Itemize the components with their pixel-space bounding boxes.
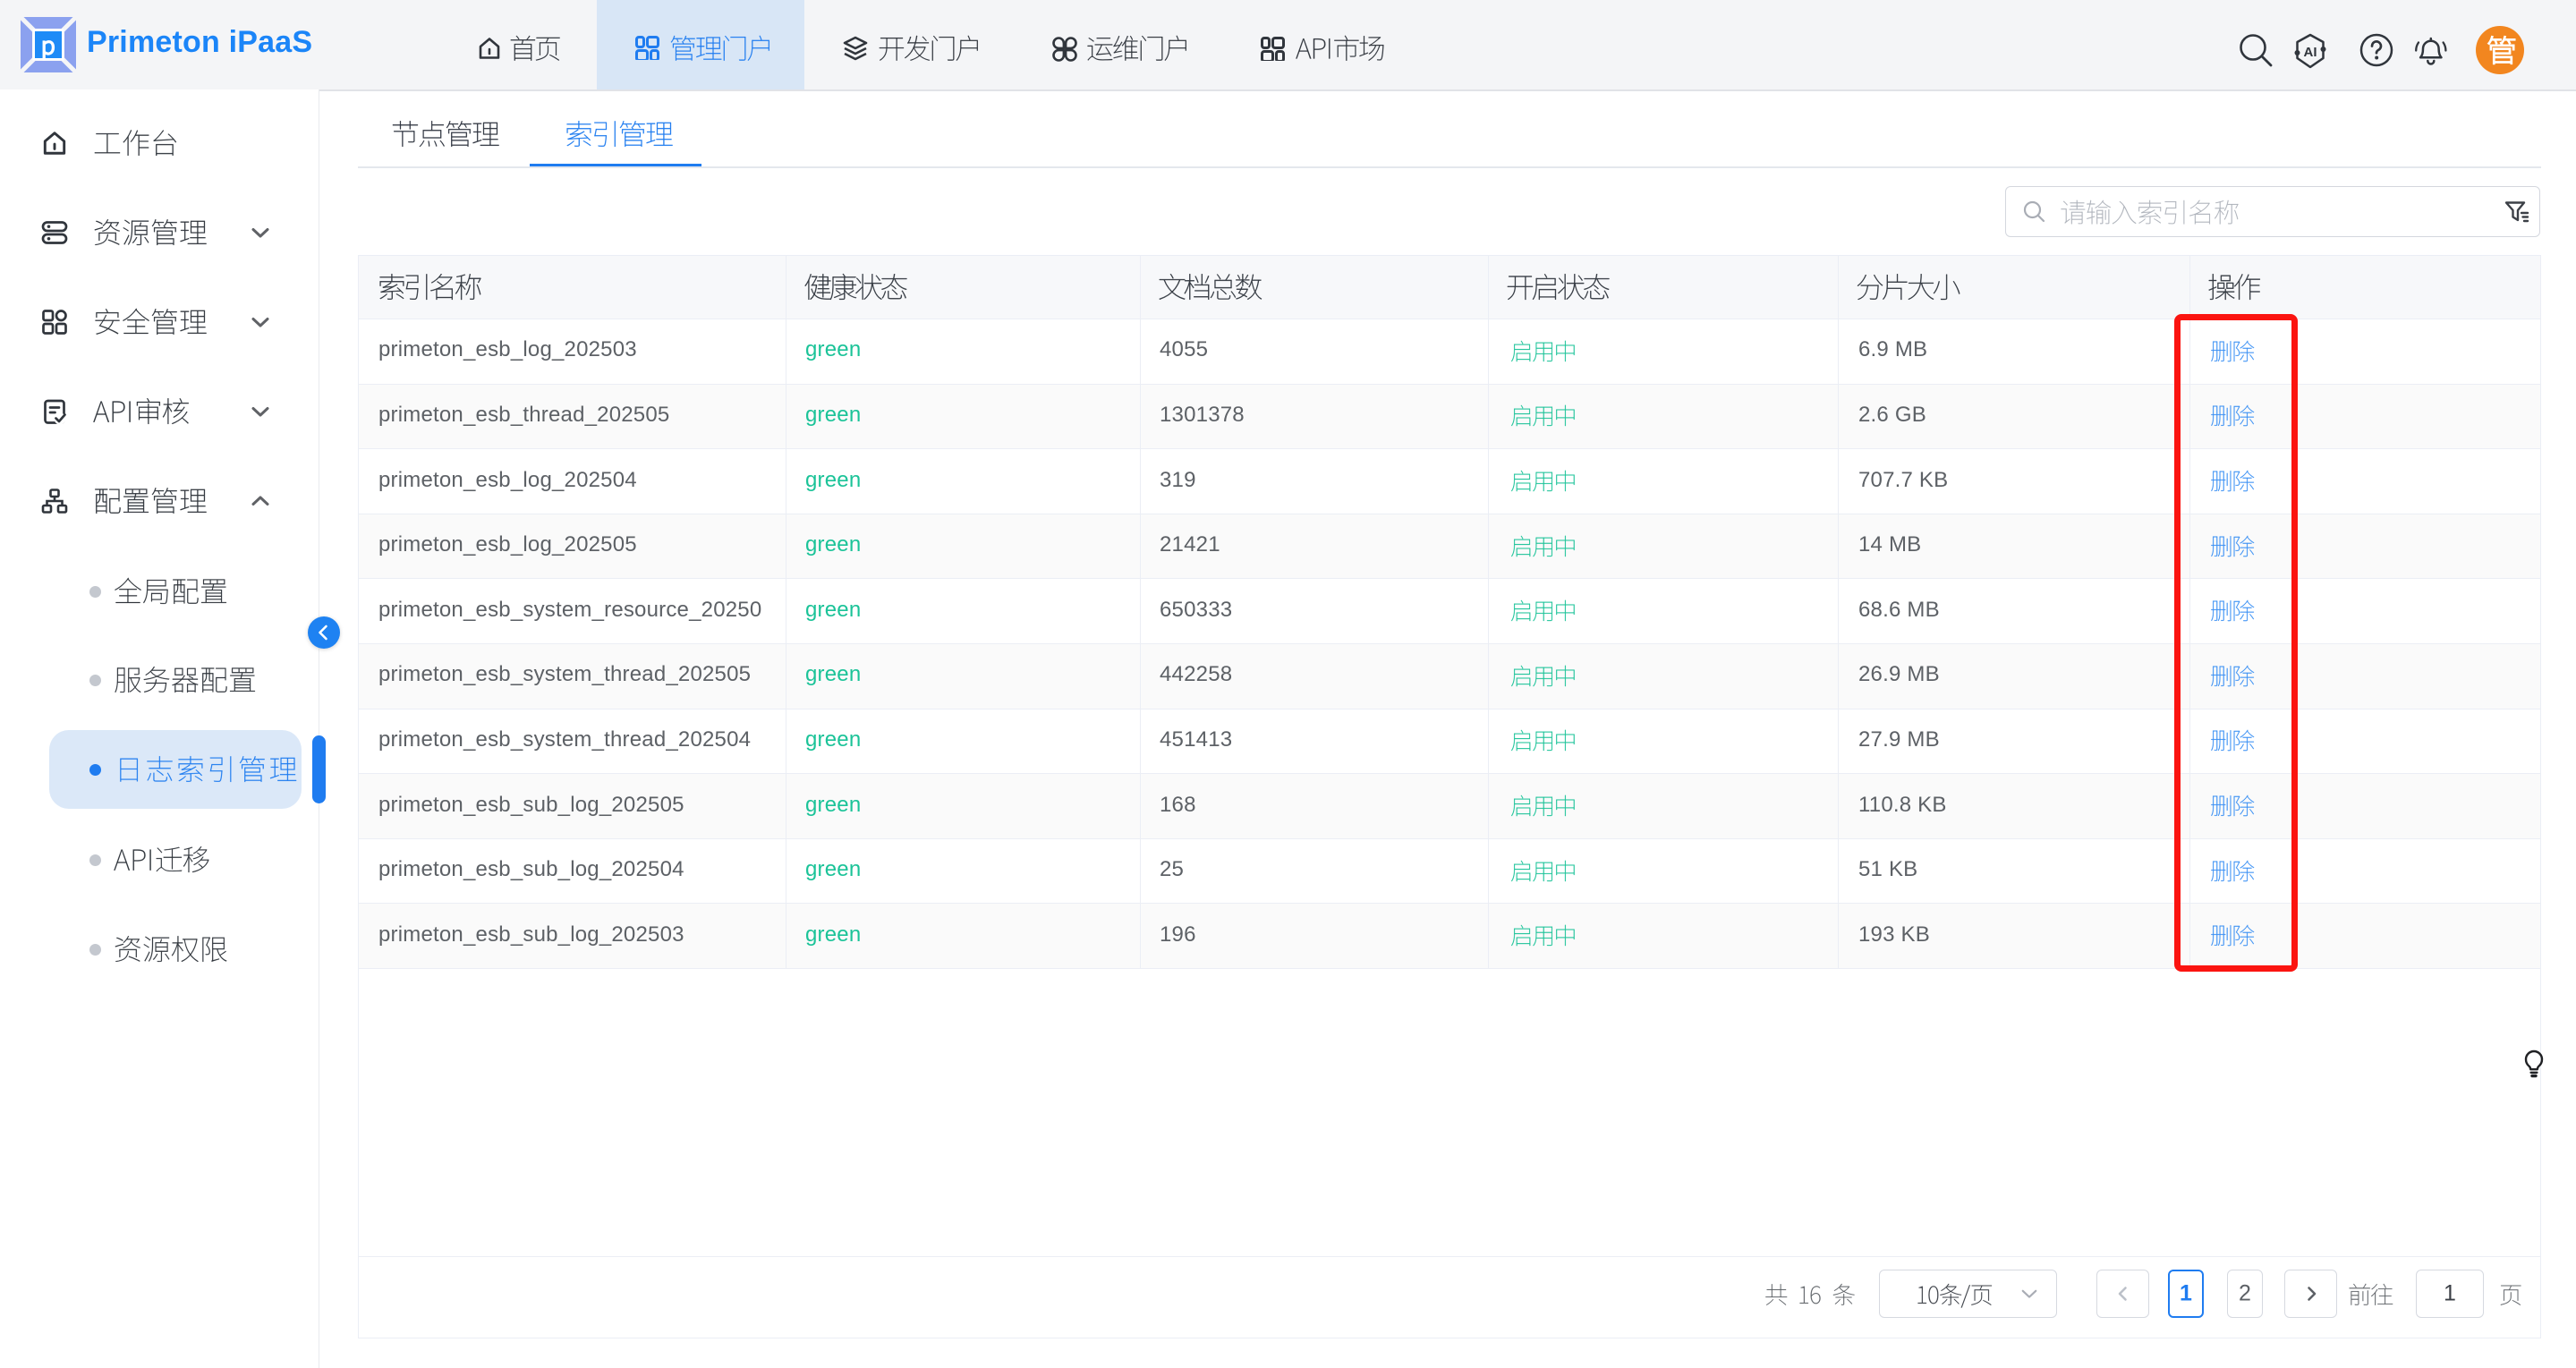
- svg-text:AI: AI: [2304, 45, 2317, 60]
